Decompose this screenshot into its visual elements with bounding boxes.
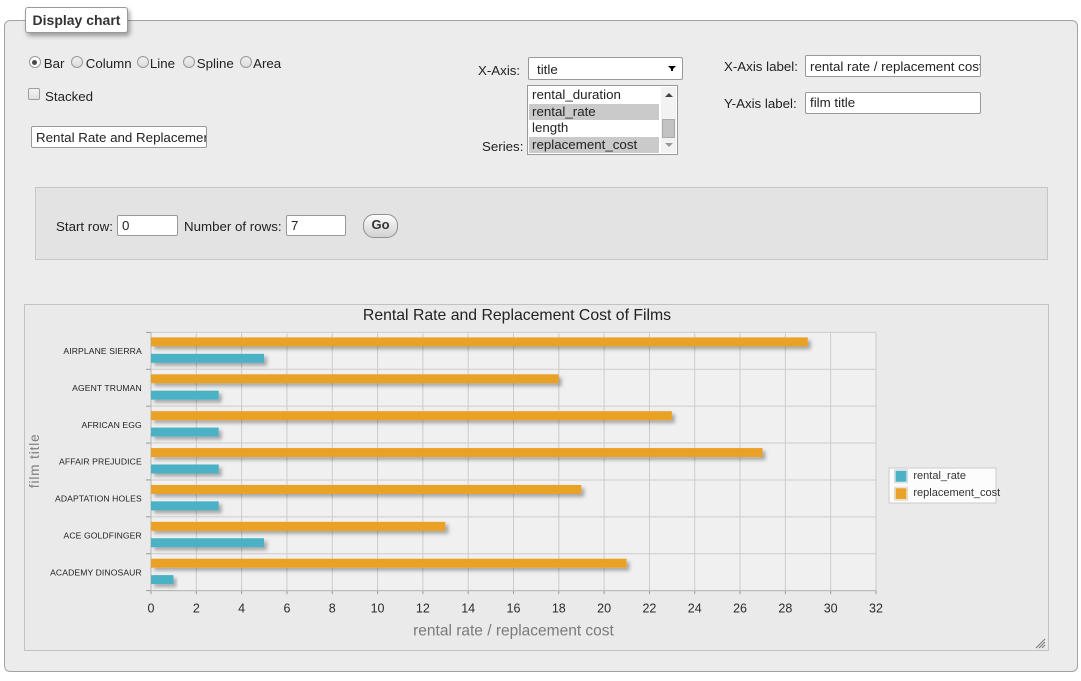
- svg-text:14: 14: [461, 601, 475, 615]
- svg-text:ACE GOLDFINGER: ACE GOLDFINGER: [64, 530, 142, 540]
- svg-text:rental rate / replacement cost: rental rate / replacement cost: [413, 622, 614, 639]
- svg-text:4: 4: [238, 601, 245, 615]
- svg-text:replacement_cost: replacement_cost: [913, 487, 1000, 499]
- svg-text:22: 22: [642, 601, 656, 615]
- svg-text:24: 24: [688, 601, 702, 615]
- svg-text:32: 32: [869, 601, 883, 615]
- svg-text:26: 26: [733, 601, 747, 615]
- svg-text:ACADEMY DINOSAUR: ACADEMY DINOSAUR: [50, 567, 142, 577]
- svg-text:12: 12: [416, 601, 430, 615]
- svg-text:16: 16: [507, 601, 521, 615]
- svg-text:6: 6: [283, 601, 290, 615]
- svg-text:28: 28: [778, 601, 792, 615]
- svg-text:ADAPTATION HOLES: ADAPTATION HOLES: [55, 494, 142, 504]
- svg-text:2: 2: [193, 601, 200, 615]
- svg-text:0: 0: [148, 601, 155, 615]
- svg-text:film title: film title: [27, 433, 42, 488]
- svg-text:20: 20: [597, 601, 611, 615]
- svg-text:rental_rate: rental_rate: [913, 470, 966, 482]
- svg-text:18: 18: [552, 601, 566, 615]
- svg-text:AFRICAN EGG: AFRICAN EGG: [81, 420, 142, 430]
- svg-text:10: 10: [371, 601, 385, 615]
- svg-text:8: 8: [329, 601, 336, 615]
- svg-text:AGENT TRUMAN: AGENT TRUMAN: [72, 383, 142, 393]
- svg-text:AFFAIR PREJUDICE: AFFAIR PREJUDICE: [59, 457, 142, 467]
- svg-text:Rental Rate and Replacement Co: Rental Rate and Replacement Cost of Film…: [363, 307, 671, 324]
- svg-text:30: 30: [824, 601, 838, 615]
- svg-text:AIRPLANE SIERRA: AIRPLANE SIERRA: [63, 346, 142, 356]
